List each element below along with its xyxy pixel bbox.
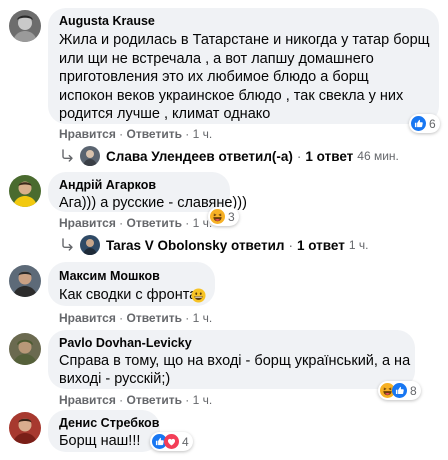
comment-author[interactable]: Денис Стребков	[59, 416, 159, 430]
avatar	[80, 235, 100, 255]
replier-name: Слава Улендеев ответил(-а)	[106, 148, 293, 164]
avatar[interactable]	[9, 10, 41, 42]
comment-text-line: приготовления это их любимое блюдо а бор…	[59, 69, 369, 85]
like-icon	[392, 383, 407, 398]
comment-text-line: родится лучше , климат однако	[59, 106, 271, 122]
comment-author[interactable]: Pavlo Dovhan-Levicky	[59, 336, 192, 350]
reply-button[interactable]: Ответить	[127, 127, 182, 141]
comment-time[interactable]: 1 ч.	[193, 216, 213, 230]
comment-text-line: Борщ наш!!!	[59, 433, 141, 449]
comment-time[interactable]: 1 ч.	[193, 127, 213, 141]
comment-author[interactable]: Augusta Krause	[59, 14, 155, 28]
reply-button[interactable]: Ответить	[127, 216, 182, 230]
comment-time[interactable]: 1 ч.	[193, 393, 213, 407]
reply-arrow-icon	[60, 149, 74, 163]
comment-text-line: Жила и родилась в Татарстане и никогда у…	[59, 32, 430, 48]
grinning-emoji-icon	[191, 288, 206, 303]
reactions-summary[interactable]: 3	[208, 207, 239, 226]
avatar[interactable]	[9, 412, 41, 444]
reply-count: 1 ответ	[305, 148, 354, 164]
reply-count: 1 ответ	[297, 237, 345, 253]
reply-button[interactable]: Ответить	[127, 393, 182, 407]
reactions-summary[interactable]: 6	[409, 114, 440, 133]
like-button[interactable]: Нравится	[59, 311, 116, 325]
comment-actions: Нравится · Ответить · 1 ч.	[59, 311, 213, 325]
comment-author[interactable]: Андрій Агарков	[59, 178, 156, 192]
like-button[interactable]: Нравится	[59, 216, 116, 230]
view-replies-link[interactable]: Taras V Obolonsky ответил · 1 ответ 1 ч.	[60, 235, 368, 255]
replier-name: Taras V Obolonsky ответил	[106, 237, 285, 253]
comment-actions: Нравится · Ответить · 1 ч.	[59, 216, 213, 230]
reaction-count: 4	[182, 434, 189, 449]
reply-time: 1 ч.	[348, 238, 369, 252]
like-button[interactable]: Нравится	[59, 127, 116, 141]
comment-author[interactable]: Максим Мошков	[59, 269, 160, 283]
reaction-count: 3	[228, 209, 235, 224]
reaction-count: 8	[410, 383, 417, 398]
avatar[interactable]	[9, 333, 41, 365]
avatar[interactable]	[9, 175, 41, 207]
reply-button[interactable]: Ответить	[127, 311, 182, 325]
comment-time[interactable]: 1 ч.	[193, 311, 213, 325]
avatar	[80, 146, 100, 166]
reactions-summary[interactable]: 4	[150, 432, 193, 451]
reaction-count: 6	[429, 116, 436, 131]
comment-actions: Нравится · Ответить · 1 ч.	[59, 393, 213, 407]
love-icon	[164, 434, 179, 449]
comment-text-line: испокон веков украинское блюдо , так све…	[59, 87, 404, 104]
comment-text-line: виході - русскій;)	[59, 371, 171, 387]
comment-text-line: или щи не встречала , а вот лапшу домашн…	[59, 50, 374, 67]
separator: ·	[296, 148, 302, 164]
reply-arrow-icon	[60, 238, 74, 252]
avatar[interactable]	[9, 265, 41, 297]
haha-icon	[210, 209, 225, 224]
comment-actions: Нравится · Ответить · 1 ч.	[59, 127, 213, 141]
view-replies-link[interactable]: Слава Улендеев ответил(-а) · 1 ответ 46 …	[60, 146, 399, 166]
comment-text-line: Как сводки с фронта	[59, 287, 198, 303]
reactions-summary[interactable]: 8	[378, 381, 421, 400]
like-icon	[411, 116, 426, 131]
comment-text-line: Справа в тому, що на вході - борщ україн…	[59, 353, 411, 369]
separator: ·	[288, 237, 294, 253]
reply-time: 46 мин.	[357, 149, 399, 163]
like-button[interactable]: Нравится	[59, 393, 116, 407]
